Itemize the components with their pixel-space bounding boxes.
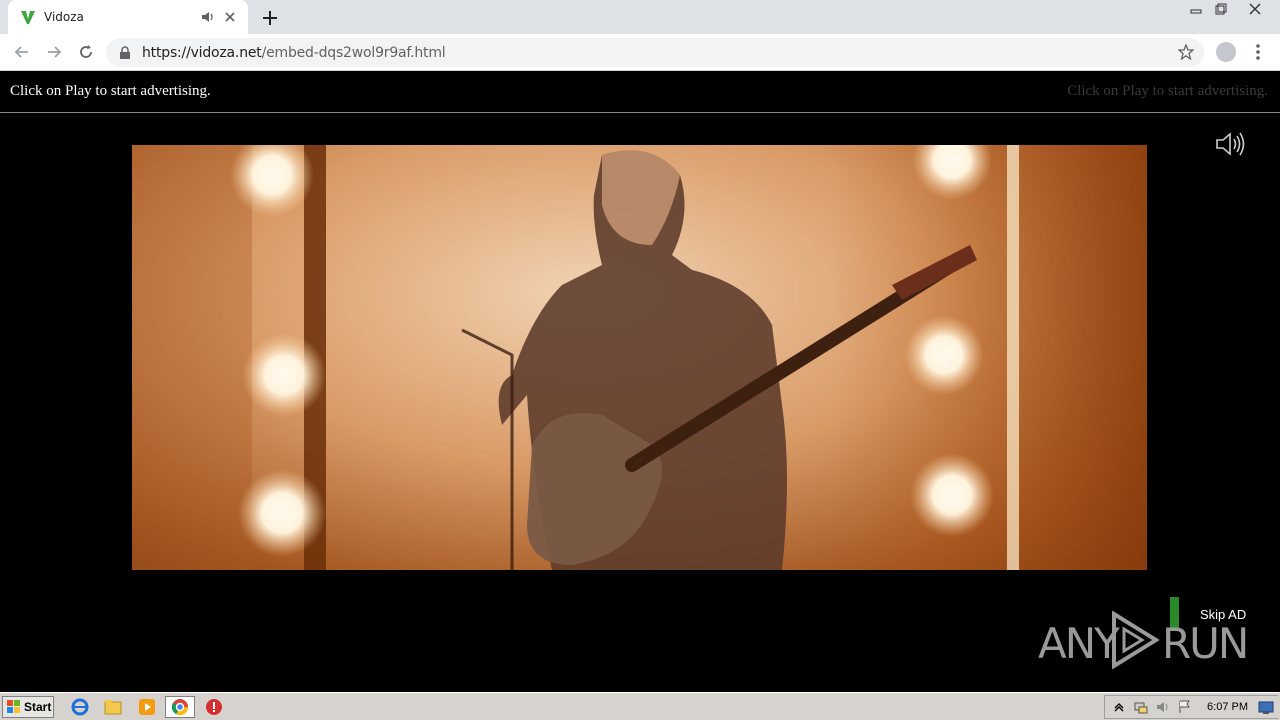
profile-avatar-icon[interactable] (1216, 42, 1236, 62)
ie-icon[interactable] (70, 697, 90, 717)
url-path: /embed-dqs2wol9r9af.html (261, 44, 446, 61)
start-button[interactable]: Start (2, 696, 54, 718)
close-window-button[interactable] (1238, 0, 1272, 18)
lock-icon[interactable] (118, 45, 132, 60)
chrome-taskbar-icon[interactable] (165, 696, 195, 718)
url-host: https://vidoza.net (142, 44, 262, 61)
tab-title: Vidoza (44, 10, 84, 24)
play-logo-icon (1112, 611, 1160, 669)
anyrun-watermark: ANY RUN (1038, 607, 1249, 672)
explorer-folder-icon[interactable] (103, 697, 123, 717)
vidoza-favicon-icon (21, 11, 35, 24)
video-player[interactable] (132, 145, 1147, 570)
address-bar[interactable]: https://vidoza.net/embed-dqs2wol9r9af.ht… (106, 38, 1204, 67)
media-player-icon[interactable] (137, 697, 157, 717)
opera-red-icon[interactable] (204, 697, 224, 717)
watermark-any: ANY (1038, 619, 1120, 668)
windows-logo-icon (7, 700, 20, 713)
system-tray: 6:07 PM (1104, 695, 1278, 719)
clock[interactable]: 6:07 PM (1207, 701, 1248, 713)
concert-scene-image (132, 145, 1147, 570)
tab-audio-icon[interactable] (200, 9, 216, 25)
volume-icon[interactable] (1214, 130, 1246, 158)
tab-strip: Vidoza (0, 0, 1280, 34)
browser-menu-icon[interactable] (1250, 42, 1266, 62)
close-tab-icon[interactable] (222, 9, 238, 25)
reload-icon[interactable] (76, 42, 96, 62)
browser-toolbar: https://vidoza.net/embed-dqs2wol9r9af.ht… (0, 34, 1280, 71)
page-content: Click on Play to start advertising. Clic… (0, 72, 1280, 692)
ad-prompt-right[interactable]: Click on Play to start advertising. (1067, 83, 1268, 100)
minimize-button[interactable] (1183, 0, 1209, 18)
ad-bar: Click on Play to start advertising. Clic… (0, 72, 1280, 113)
ad-prompt-left[interactable]: Click on Play to start advertising. (10, 83, 211, 100)
speaker-icon[interactable] (1155, 699, 1171, 715)
watermark-run: RUN (1162, 619, 1249, 668)
url-text: https://vidoza.net/embed-dqs2wol9r9af.ht… (142, 44, 446, 61)
back-icon[interactable] (12, 42, 32, 62)
browser-tab[interactable]: Vidoza (8, 0, 248, 34)
forward-icon[interactable] (44, 42, 64, 62)
taskbar: Start 6:07 PM (0, 692, 1280, 720)
tray-expand-icon[interactable] (1111, 699, 1127, 715)
start-label: Start (24, 700, 52, 714)
action-center-flag-icon[interactable] (1177, 699, 1193, 715)
new-tab-icon[interactable] (260, 8, 280, 28)
restore-button[interactable] (1208, 0, 1234, 18)
bookmark-star-icon[interactable] (1178, 44, 1194, 60)
network-icon[interactable] (1133, 699, 1149, 715)
show-desktop-icon[interactable] (1258, 701, 1274, 715)
